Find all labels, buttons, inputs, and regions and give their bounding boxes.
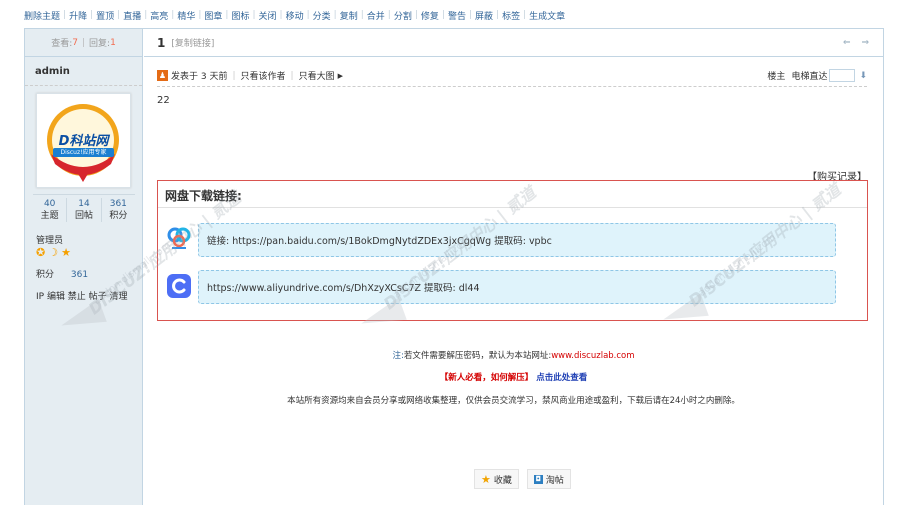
- mod-action-13[interactable]: 分割: [394, 9, 412, 22]
- floor-jump: 楼主 电梯直达 ⬇: [767, 69, 867, 82]
- post-meta: ♟ 发表于 3 天前 | 只看该作者 | 只看大图 ▶ 楼主 电梯直达 ⬇: [157, 65, 867, 87]
- mod-action-17[interactable]: 标签: [502, 9, 520, 22]
- floor-header: 1 [复制链接] ⇐ ⇒: [144, 29, 883, 57]
- newbie-notice: 【新人必看，如何解压】 点击此处查看: [439, 373, 588, 383]
- star-icon: ★: [61, 246, 71, 259]
- user-badges: ✪ ☽ ★: [36, 247, 71, 259]
- download-link-row[interactable]: https://www.aliyundrive.com/s/DhXzyXCsC7…: [198, 270, 836, 304]
- floor-label: 楼主: [767, 72, 786, 82]
- floor-jump-input[interactable]: [829, 69, 856, 82]
- baidu-link-text[interactable]: 链接: https://pan.baidu.com/s/1BokDmgNytdZ…: [207, 233, 552, 247]
- aliyun-link-text[interactable]: https://www.aliyundrive.com/s/DhXzyXCsC7…: [207, 280, 480, 294]
- mod-action-2[interactable]: 置顶: [96, 9, 114, 22]
- post-container: 查看: 7 | 回复: 1 admin D科站网 Discuz!应用专家 40 …: [24, 28, 884, 505]
- mod-action-3[interactable]: 直播: [123, 9, 141, 22]
- mod-action-15[interactable]: 警告: [448, 9, 466, 22]
- views-count: 7: [72, 37, 78, 48]
- mod-action-18[interactable]: 生成文章: [529, 9, 565, 22]
- big-image-link[interactable]: 只看大图: [299, 69, 335, 82]
- aliyun-drive-icon: [167, 274, 191, 298]
- copy-link-button[interactable]: [复制链接]: [171, 36, 214, 49]
- moon-icon: ☽: [48, 246, 59, 259]
- disclaimer-text: 本站所有资源均来自会员分享或网络收集整理，仅供会员交流学习，禁风商业用途或盈利，…: [287, 396, 740, 406]
- caret-right-icon[interactable]: ▶: [338, 72, 343, 80]
- replies-count: 1: [110, 37, 116, 48]
- thread-stats: 查看: 7 | 回复: 1: [25, 29, 142, 57]
- mod-action-10[interactable]: 分类: [313, 9, 331, 22]
- password-notice: 注:若文件需要解压密码，默认为本站网址:www.discuzlab.com: [392, 351, 635, 361]
- star-icon: ★: [481, 472, 491, 486]
- mod-action-11[interactable]: 复制: [340, 9, 358, 22]
- posts-count[interactable]: 14: [67, 198, 100, 210]
- admin-links[interactable]: IP 编辑 禁止 帖子 清理: [36, 289, 128, 302]
- jump-arrow-icon[interactable]: ⬇: [859, 71, 867, 81]
- favorite-button[interactable]: ★ 收藏: [474, 469, 519, 489]
- site-url-link[interactable]: www.discuzlab.com: [551, 351, 634, 361]
- credit-line: 积分 361: [36, 270, 89, 280]
- author-name[interactable]: admin: [25, 57, 142, 86]
- mod-action-6[interactable]: 图章: [204, 9, 222, 22]
- moderation-toolbar: 删除主题 | 升降 | 置顶 | 直播 | 高亮 | 精华 | 图章 | 图标 | 关闭 | 移动 | 分类 | 复制 | 合并…: [24, 9, 566, 22]
- mod-action-8[interactable]: 关闭: [259, 9, 277, 22]
- posted-time: 发表于 3 天前: [171, 72, 228, 82]
- avatar[interactable]: D科站网 Discuz!应用专家: [36, 93, 131, 188]
- tao-icon: ◘: [533, 474, 543, 484]
- mod-action-16[interactable]: 屏蔽: [475, 9, 493, 22]
- mod-action-1[interactable]: 升降: [69, 9, 87, 22]
- post-actions: ★ 收藏 ◘ 淘帖: [474, 469, 571, 489]
- mod-action-7[interactable]: 图标: [231, 9, 249, 22]
- mod-action-14[interactable]: 修复: [421, 9, 439, 22]
- mod-action-5[interactable]: 精华: [177, 9, 195, 22]
- user-stats: 40 主题 14 回帖 361 积分: [33, 194, 135, 222]
- mod-action-0[interactable]: 删除主题: [24, 9, 60, 22]
- download-link-row[interactable]: 链接: https://pan.baidu.com/s/1BokDmgNytdZ…: [198, 223, 836, 257]
- mod-action-9[interactable]: 移动: [286, 9, 304, 22]
- floor-number: 1: [157, 35, 166, 50]
- avatar-tagline: Discuz!应用专家: [53, 148, 114, 157]
- post-body-text: 22: [157, 95, 170, 106]
- post-content-area: 1 [复制链接] ⇐ ⇒ ♟ 发表于 3 天前 | 只看该作者 | 只看大图 ▶…: [144, 29, 883, 505]
- download-box: 网盘下载链接: 链接: https://pan.baidu.com/s/1Bok…: [157, 180, 868, 321]
- user-group[interactable]: 管理员: [36, 233, 63, 246]
- mod-action-4[interactable]: 高亮: [150, 9, 168, 22]
- threads-count[interactable]: 40: [33, 198, 66, 210]
- tao-button[interactable]: ◘ 淘帖: [526, 469, 571, 489]
- author-only-link[interactable]: 只看该作者: [241, 69, 286, 82]
- baidu-netdisk-icon: [167, 227, 191, 249]
- avatar-brand: D科站网: [58, 134, 109, 149]
- user-online-icon: ♟: [157, 70, 168, 81]
- click-here-link[interactable]: 点击此处查看: [536, 373, 587, 383]
- credits-count[interactable]: 361: [102, 198, 135, 210]
- prev-next-arrows-icon[interactable]: ⇐ ⇒: [843, 38, 873, 48]
- download-title: 网盘下载链接:: [165, 189, 242, 203]
- sun-icon: ✪: [36, 246, 46, 259]
- mod-action-12[interactable]: 合并: [367, 9, 385, 22]
- author-sidebar: 查看: 7 | 回复: 1 admin D科站网 Discuz!应用专家 40 …: [25, 29, 143, 505]
